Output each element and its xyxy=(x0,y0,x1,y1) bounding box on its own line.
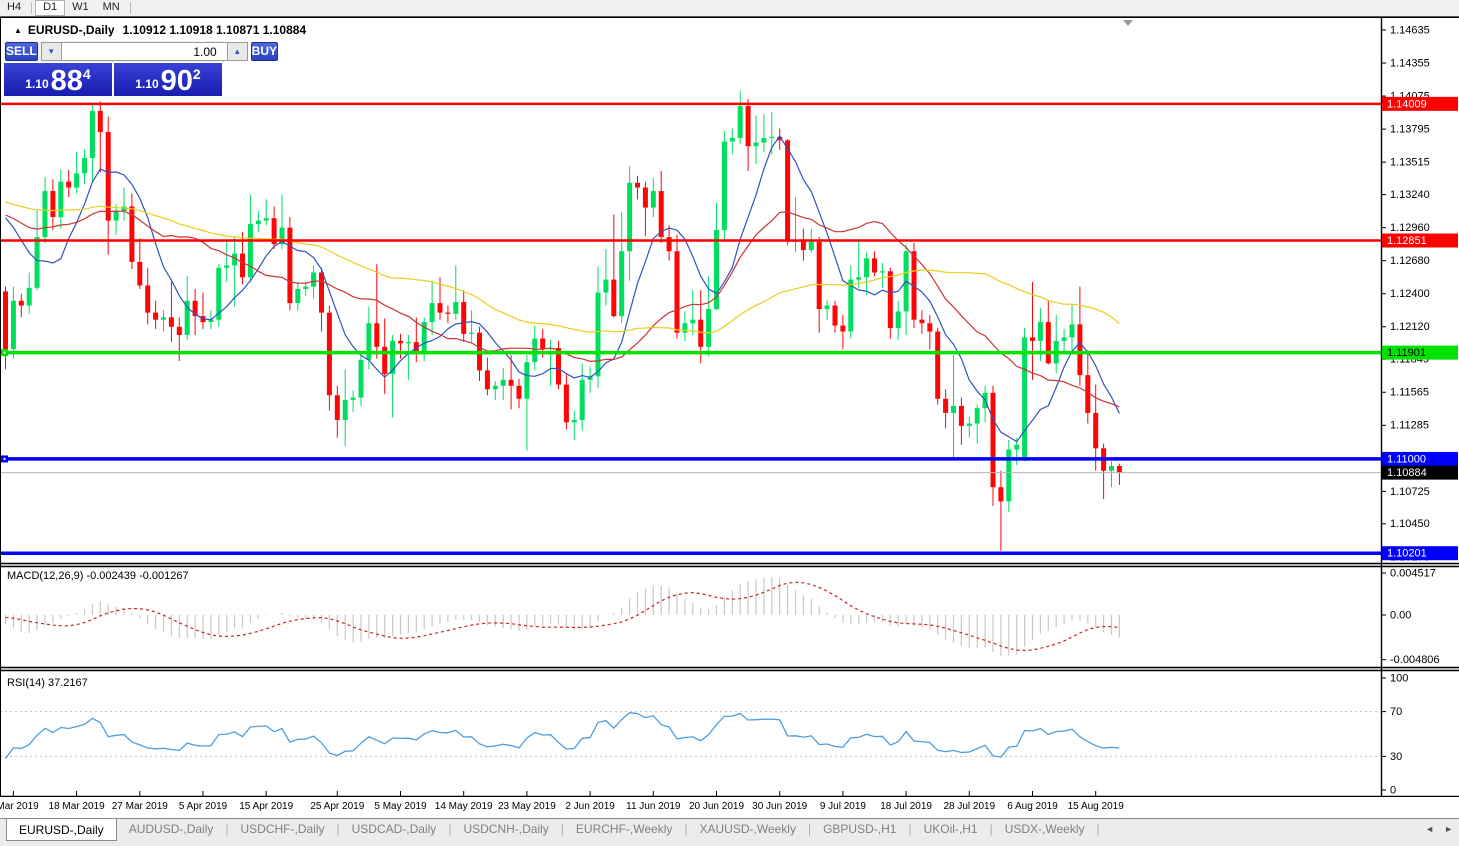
svg-text:30: 30 xyxy=(1390,751,1402,763)
date-label: 9 Jul 2019 xyxy=(819,801,866,812)
date-label: 20 Jun 2019 xyxy=(688,801,745,812)
tab-eurchf-weekly[interactable]: EURCHF-,Weekly xyxy=(564,819,684,840)
date-label: 28 Jul 2019 xyxy=(943,801,996,812)
svg-text:1.11000: 1.11000 xyxy=(1387,453,1426,465)
date-label: 23 May 2019 xyxy=(497,801,556,812)
svg-text:1.12400: 1.12400 xyxy=(1390,288,1430,300)
svg-text:1.13795: 1.13795 xyxy=(1390,124,1430,136)
tab-usdcad-daily[interactable]: USDCAD-,Daily xyxy=(340,819,449,840)
timeframe-button-w1[interactable]: W1 xyxy=(65,0,96,16)
svg-text:0: 0 xyxy=(1390,784,1396,796)
tab-usdx-weekly[interactable]: USDX-,Weekly xyxy=(993,819,1097,840)
date-label: 14 May 2019 xyxy=(434,801,493,812)
toolbar-separator xyxy=(129,2,131,14)
toolbar-separator xyxy=(31,2,33,14)
chart-header: ▲ EURUSD-,Daily 1.10912 1.10918 1.10871 1.… xyxy=(14,23,306,37)
svg-text:0.004517: 0.004517 xyxy=(1390,567,1436,579)
date-label: 8 Mar 2019 xyxy=(0,801,39,812)
volume-increase-icon[interactable]: ▲ xyxy=(226,42,248,61)
svg-text:1.11565: 1.11565 xyxy=(1390,387,1429,399)
date-label: 18 Mar 2019 xyxy=(48,801,105,812)
svg-text:1.13515: 1.13515 xyxy=(1390,157,1430,169)
sell-price-pip: 4 xyxy=(82,66,91,82)
tab-separator: | xyxy=(1096,822,1100,836)
sell-price-prefix: 1.10 xyxy=(25,77,49,91)
date-label: 25 Apr 2019 xyxy=(310,801,365,812)
tab-usdcnh-daily[interactable]: USDCNH-,Daily xyxy=(451,819,560,840)
tab-ukoil-h1[interactable]: UKOil-,H1 xyxy=(912,819,990,840)
svg-text:-0.004806: -0.004806 xyxy=(1390,654,1440,666)
buy-price-prefix: 1.10 xyxy=(135,77,159,91)
volume-input[interactable] xyxy=(61,42,227,61)
tab-xauusd-weekly[interactable]: XAUUSD-,Weekly xyxy=(687,819,807,840)
one-click-trading-panel: SELL ▼ ▲ BUY 1.10884 1.10902 xyxy=(4,41,279,96)
tab-scroll-left-icon[interactable]: ◄ xyxy=(1425,824,1434,834)
tab-gbpusd-h1[interactable]: GBPUSD-,H1 xyxy=(811,819,908,840)
collapse-chart-icon[interactable]: ▲ xyxy=(14,26,22,35)
svg-text:70: 70 xyxy=(1390,706,1402,718)
tab-eurusd-daily[interactable]: EURUSD-,Daily xyxy=(6,819,117,841)
svg-text:1.14355: 1.14355 xyxy=(1390,57,1430,69)
chart-ohlc-values: 1.10912 1.10918 1.10871 1.10884 xyxy=(122,23,307,37)
svg-text:1.14009: 1.14009 xyxy=(1387,98,1427,110)
buy-quote-button[interactable]: 1.10 90 2 xyxy=(114,63,222,96)
tab-scroll-arrows: ◄ ► xyxy=(1425,824,1453,834)
rsi-indicator-label: RSI(14) 37.2167 xyxy=(7,677,88,689)
buy-price-big: 90 xyxy=(160,65,193,97)
date-label: 18 Jul 2019 xyxy=(880,801,932,812)
svg-text:1.13240: 1.13240 xyxy=(1390,189,1430,201)
macd-indicator-label: MACD(12,26,9) -0.002439 -0.001267 xyxy=(7,570,189,582)
tab-audusd-daily[interactable]: AUDUSD-,Daily xyxy=(117,819,226,840)
svg-text:1.12851: 1.12851 xyxy=(1387,235,1427,247)
svg-text:1.12680: 1.12680 xyxy=(1390,255,1430,267)
svg-text:1.10884: 1.10884 xyxy=(1387,467,1427,479)
date-label: 5 May 2019 xyxy=(374,801,427,812)
date-label: 15 Aug 2019 xyxy=(1067,801,1124,812)
svg-text:100: 100 xyxy=(1390,672,1408,684)
buy-button[interactable]: BUY xyxy=(250,42,279,61)
timeframe-toolbar: H4 D1 W1 MN xyxy=(0,0,1459,17)
svg-text:1.11285: 1.11285 xyxy=(1390,420,1429,432)
svg-text:1.11901: 1.11901 xyxy=(1387,347,1426,359)
svg-text:1.10450: 1.10450 xyxy=(1390,518,1430,530)
svg-text:0.00: 0.00 xyxy=(1390,609,1411,621)
sell-button[interactable]: SELL xyxy=(5,42,38,61)
sell-quote-button[interactable]: 1.10 88 4 xyxy=(4,63,112,96)
volume-stepper: ▼ ▲ xyxy=(40,42,248,61)
svg-text:1.12120: 1.12120 xyxy=(1390,321,1430,333)
chart-symbol-title: EURUSD-,Daily xyxy=(27,23,115,37)
svg-text:1.12960: 1.12960 xyxy=(1390,222,1430,234)
date-label: 2 Jun 2019 xyxy=(565,801,615,812)
date-label: 30 Jun 2019 xyxy=(752,801,808,812)
price-chart-canvas[interactable]: 1.146351.143551.140751.137951.135151.132… xyxy=(0,17,1459,797)
tab-scroll-right-icon[interactable]: ► xyxy=(1444,824,1453,834)
buy-price-pip: 2 xyxy=(192,66,201,82)
sell-price-big: 88 xyxy=(50,65,83,97)
timeframe-button-d1[interactable]: D1 xyxy=(35,0,66,16)
tab-usdchf-daily[interactable]: USDCHF-,Daily xyxy=(229,819,337,840)
terminal-window: H4 D1 W1 MN 1.14635 1.14355 1.14075 1.13795 1.1… xyxy=(0,0,1459,846)
date-label: 6 Aug 2019 xyxy=(1007,801,1058,812)
date-axis: 8 Mar 2019 18 Mar 2019 27 Mar 2019 5 Apr 20… xyxy=(0,797,1459,818)
date-label: 15 Apr 2019 xyxy=(239,801,294,812)
date-label: 11 Jun 2019 xyxy=(626,801,681,812)
symbol-tab-bar: EURUSD-,Daily AUDUSD-,Daily | USDCHF-,Daily… xyxy=(0,818,1459,846)
timeframe-button-h4[interactable]: H4 xyxy=(0,0,28,16)
svg-text:1.10725: 1.10725 xyxy=(1390,486,1430,498)
volume-decrease-icon[interactable]: ▼ xyxy=(40,42,62,61)
date-label: 27 Mar 2019 xyxy=(111,801,168,812)
date-label: 5 Apr 2019 xyxy=(178,801,228,812)
timeframe-button-mn[interactable]: MN xyxy=(96,0,127,16)
svg-text:1.14635: 1.14635 xyxy=(1390,24,1430,36)
svg-text:1.10201: 1.10201 xyxy=(1387,548,1427,560)
